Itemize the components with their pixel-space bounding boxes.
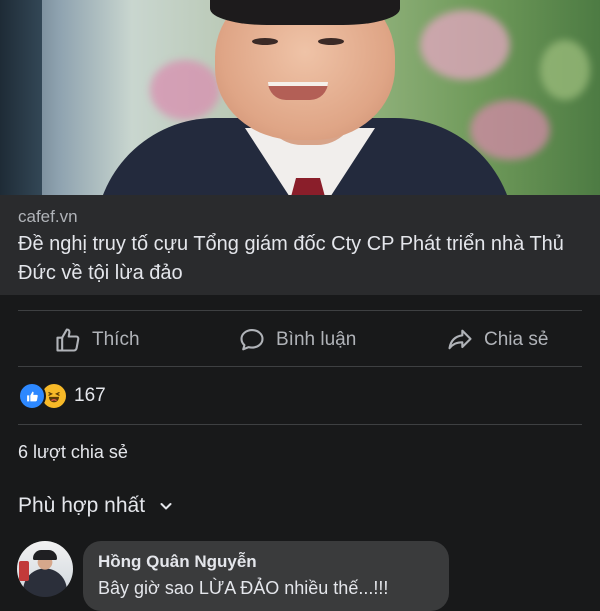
divider — [18, 366, 582, 367]
avatar[interactable] — [17, 541, 73, 597]
avatar-detail — [19, 561, 29, 581]
like-icon — [18, 382, 46, 410]
share-arrow-icon — [448, 329, 472, 350]
comment-sort-label: Phù hợp nhất — [18, 494, 146, 517]
comment-sort-dropdown[interactable]: Phù hợp nhất — [18, 494, 173, 518]
divider — [18, 424, 582, 425]
chevron-down-icon — [160, 503, 172, 510]
reaction-count: 167 — [74, 385, 106, 406]
person-hair — [210, 0, 400, 25]
reactions-summary[interactable]: 167 — [18, 382, 106, 410]
avatar-cap — [33, 550, 57, 560]
share-label: Chia sẻ — [484, 329, 549, 350]
divider — [18, 310, 582, 311]
link-title[interactable]: Đề nghị truy tố cựu Tổng giám đốc Cty CP… — [18, 230, 593, 288]
thumbs-up-icon — [56, 328, 80, 352]
like-button[interactable]: Thích — [54, 314, 140, 366]
link-preview-image[interactable] — [0, 0, 600, 195]
link-domain: cafef.vn — [18, 207, 78, 226]
like-label: Thích — [92, 329, 140, 350]
background-blossom — [470, 100, 550, 160]
comment-bubble-icon — [240, 329, 264, 351]
comment-button[interactable]: Bình luận — [238, 314, 356, 366]
comment-author[interactable]: Hồng Quân Nguyễn — [98, 552, 257, 572]
comment-text: Bây giờ sao LỪA ĐẢO nhiều thế...!!! — [98, 578, 389, 598]
post-actions-bar: Thích Bình luận Chia sẻ — [0, 314, 600, 366]
person-eye — [318, 38, 344, 45]
share-count[interactable]: 6 lượt chia sẻ — [18, 442, 128, 463]
background-blossom — [150, 60, 220, 120]
background-blossom — [420, 10, 510, 80]
person-mouth — [268, 82, 328, 100]
window-frame — [0, 0, 42, 195]
comment-label: Bình luận — [276, 329, 357, 350]
person-eye — [252, 38, 278, 45]
background-blossom — [540, 40, 590, 100]
share-button[interactable]: Chia sẻ — [446, 314, 548, 366]
